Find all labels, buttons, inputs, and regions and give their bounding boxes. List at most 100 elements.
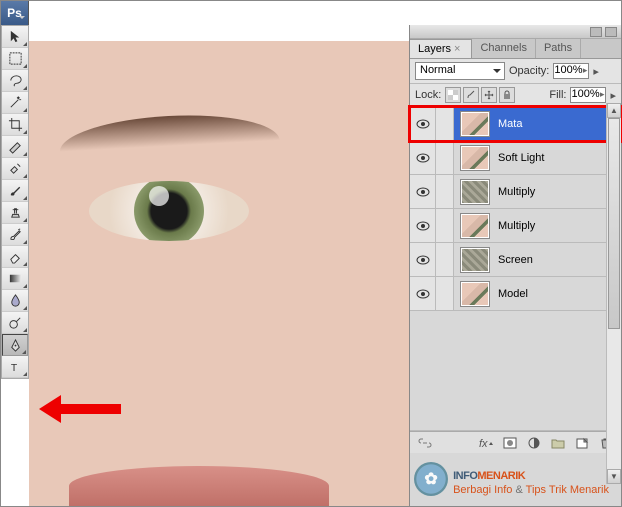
history-brush-tool[interactable] (2, 224, 28, 246)
eye-icon (416, 221, 430, 231)
link-column[interactable] (436, 243, 454, 276)
layer-mask-button[interactable] (499, 434, 521, 452)
opacity-label: Opacity: (509, 65, 549, 77)
tab-channels[interactable]: Channels (472, 39, 535, 58)
visibility-toggle[interactable] (410, 243, 436, 276)
link-column[interactable] (436, 141, 454, 174)
watermark-logo-icon: ✿ (414, 462, 448, 496)
fill-label: Fill: (549, 89, 566, 101)
eye-icon (416, 153, 430, 163)
layer-row[interactable]: Multiply (410, 209, 621, 243)
link-column[interactable] (436, 209, 454, 242)
watermark-title-a: INFO (453, 470, 477, 482)
layers-empty-area[interactable] (410, 311, 621, 431)
layer-row[interactable]: Model (410, 277, 621, 311)
layers-panel: Layers× Channels Paths Normal Opacity: 1… (409, 25, 621, 506)
brush-tool[interactable] (2, 180, 28, 202)
blend-mode-select[interactable]: Normal (415, 62, 505, 80)
link-column[interactable] (436, 175, 454, 208)
layer-group-button[interactable] (547, 434, 569, 452)
layer-name: Screen (498, 254, 533, 266)
layer-row[interactable]: Screen (410, 243, 621, 277)
watermark-sub-amp: & (515, 484, 522, 496)
panel-titlebar (410, 25, 621, 39)
watermark: ✿ INFOMENARIK Berbagi Info & Tips Trik M… (414, 462, 609, 496)
clone-stamp-tool[interactable] (2, 202, 28, 224)
layer-name: Multiply (498, 220, 535, 232)
layer-name: Multiply (498, 186, 535, 198)
panel-minimize-button[interactable] (590, 27, 602, 37)
new-layer-button[interactable] (571, 434, 593, 452)
blend-options-row: Normal Opacity: 100% ▸ (410, 59, 621, 84)
layer-row[interactable]: Multiply (410, 175, 621, 209)
lock-options-row: Lock: Fill: 100% ▸ (410, 84, 621, 107)
visibility-toggle[interactable] (410, 107, 436, 140)
layer-thumbnail[interactable] (460, 145, 490, 171)
layer-row[interactable]: Soft Light (410, 141, 621, 175)
link-layers-button[interactable] (414, 434, 436, 452)
svg-text:T: T (10, 363, 17, 374)
lock-all-button[interactable] (499, 87, 515, 103)
layer-thumbnail[interactable] (460, 111, 490, 137)
lasso-tool[interactable] (2, 70, 28, 92)
fill-slider-arrow[interactable]: ▸ (610, 89, 616, 102)
layer-row[interactable]: Mata (410, 107, 621, 141)
blur-tool[interactable] (2, 290, 28, 312)
opacity-slider-arrow[interactable]: ▸ (593, 65, 599, 78)
healing-brush-tool[interactable] (2, 158, 28, 180)
visibility-toggle[interactable] (410, 209, 436, 242)
layer-thumbnail[interactable] (460, 213, 490, 239)
layers-panel-footer: fx (410, 431, 621, 453)
tab-close-icon[interactable]: × (451, 43, 463, 55)
marquee-tool[interactable] (2, 48, 28, 70)
watermark-sub-b: Tips Trik Menarik (523, 484, 609, 496)
layers-list: Mata Soft Light Multiply Multiply Screen… (410, 107, 621, 431)
pen-tool[interactable] (2, 334, 28, 356)
scroll-up-button[interactable]: ▲ (607, 103, 621, 118)
lock-label: Lock: (415, 89, 441, 101)
tab-paths[interactable]: Paths (536, 39, 581, 58)
gradient-tool[interactable] (2, 268, 28, 290)
eye-icon (416, 187, 430, 197)
layer-style-button[interactable]: fx (475, 434, 497, 452)
magic-wand-tool[interactable] (2, 92, 28, 114)
scroll-thumb[interactable] (608, 118, 620, 329)
layer-name: Model (498, 288, 528, 300)
layer-thumbnail[interactable] (460, 281, 490, 307)
eye-icon (416, 289, 430, 299)
visibility-toggle[interactable] (410, 141, 436, 174)
eye-icon (416, 119, 430, 129)
dodge-tool[interactable] (2, 312, 28, 334)
lock-pixels-button[interactable] (463, 87, 479, 103)
lock-position-button[interactable] (481, 87, 497, 103)
tools-toolbar: T (1, 25, 29, 379)
layers-scrollbar[interactable]: ▲ ▼ (606, 103, 621, 484)
annotation-arrow (39, 395, 121, 423)
move-tool[interactable] (2, 26, 28, 48)
type-tool[interactable]: T (2, 356, 28, 378)
panel-tabs: Layers× Channels Paths (410, 39, 621, 59)
layer-thumbnail[interactable] (460, 179, 490, 205)
slice-tool[interactable] (2, 136, 28, 158)
link-column[interactable] (436, 277, 454, 310)
visibility-toggle[interactable] (410, 277, 436, 310)
opacity-input[interactable]: 100% (553, 63, 589, 79)
visibility-toggle[interactable] (410, 175, 436, 208)
link-column[interactable] (436, 107, 454, 140)
svg-text:fx: fx (479, 438, 488, 449)
lock-transparency-button[interactable] (445, 87, 461, 103)
fill-input[interactable]: 100% (570, 87, 606, 103)
eraser-tool[interactable] (2, 246, 28, 268)
layer-name: Mata (498, 118, 522, 130)
tab-label: Layers (418, 43, 451, 55)
app-logo: Ps (1, 1, 29, 25)
scroll-down-button[interactable]: ▼ (607, 469, 621, 484)
crop-tool[interactable] (2, 114, 28, 136)
adjustment-layer-button[interactable] (523, 434, 545, 452)
panel-close-button[interactable] (605, 27, 617, 37)
tab-layers[interactable]: Layers× (410, 39, 472, 58)
layer-name: Soft Light (498, 152, 544, 164)
eye-icon (416, 255, 430, 265)
layer-thumbnail[interactable] (460, 247, 490, 273)
watermark-title-b: MENARIK (477, 470, 525, 482)
